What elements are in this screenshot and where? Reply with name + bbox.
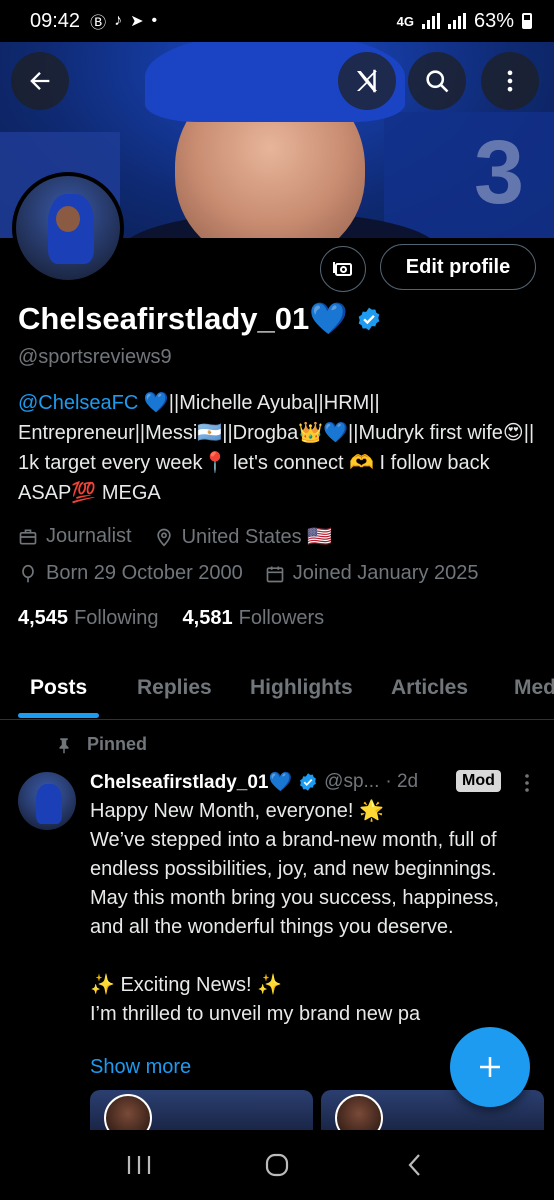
followers-label: Followers — [238, 607, 325, 629]
search-icon — [426, 70, 449, 93]
profile-tabs: Posts Replies Highlights Articles Med — [0, 666, 554, 720]
more-vertical-icon[interactable] — [520, 772, 534, 794]
verified-badge-icon — [300, 773, 317, 791]
location-pin-icon — [156, 528, 171, 547]
following-count: 4,545 — [18, 607, 69, 629]
post-author-name[interactable]: Chelseafirstlady_01💙 — [90, 770, 292, 794]
tab-highlights[interactable]: Highlights — [250, 676, 353, 700]
mod-badge: Mod — [456, 770, 501, 792]
more-options-button[interactable] — [481, 52, 539, 110]
followers-count: 4,581 — [182, 607, 233, 629]
post-avatar-figure — [36, 784, 62, 824]
chevron-left-icon — [408, 1154, 420, 1176]
back-button[interactable] — [11, 52, 69, 110]
more-vertical-icon — [507, 70, 513, 92]
tab-media[interactable]: Med — [514, 676, 554, 700]
media-image-2-portrait — [335, 1094, 383, 1130]
dot-icon: • — [151, 12, 158, 29]
post-author-handle: @sp... — [324, 771, 380, 792]
arrow-left-icon — [30, 72, 50, 90]
follow-stats: 4,545 Following 4,581 Followers — [18, 607, 324, 630]
grok-icon — [357, 69, 377, 93]
following-label: Following — [74, 607, 159, 629]
post-media-image-1[interactable] — [90, 1090, 313, 1130]
avatar-face — [56, 206, 80, 232]
verified-badge-icon[interactable] — [356, 306, 382, 332]
post-header: Chelseafirstlady_01💙 @sp... · 2d — [90, 770, 418, 794]
home-icon — [265, 1153, 289, 1177]
pin-icon — [59, 737, 69, 753]
status-time: 09:42 — [30, 9, 81, 32]
balloon-icon — [22, 564, 34, 582]
signal-icon — [421, 13, 440, 29]
post-author-avatar[interactable] — [18, 772, 76, 830]
banner-backdrop-right — [384, 112, 554, 238]
profile-birthday: Born 29 October 2000 — [46, 562, 243, 584]
tab-replies[interactable]: Replies — [137, 676, 212, 700]
profile-handle: @sportsreviews9 — [18, 346, 172, 368]
briefcase-icon — [19, 529, 37, 544]
status-notification-icons: Ⓑ ♪ ➤ • — [90, 9, 157, 33]
pinned-label: Pinned — [87, 734, 148, 754]
back-nav-button[interactable] — [385, 1140, 445, 1190]
battery-icon — [522, 13, 532, 29]
tiktok-icon: ♪ — [114, 12, 123, 29]
profile-location: United States 🇺🇸 — [181, 526, 333, 548]
home-button[interactable] — [247, 1140, 307, 1190]
pinned-indicator: Pinned — [55, 734, 147, 755]
telegram-icon: ➤ — [130, 13, 144, 30]
recent-apps-icon — [127, 1156, 151, 1174]
money-icon — [333, 262, 352, 276]
followers-link[interactable]: 4,581 Followers — [183, 607, 325, 630]
profile-name-row: Chelseafirstlady_01💙 — [18, 300, 382, 337]
profile-bio: @ChelseaFC 💙||Michelle Ayuba||HRM|| Entr… — [18, 388, 538, 508]
signal-icon-2 — [447, 13, 466, 29]
profile-meta-row-2: Born 29 October 2000 Joined January 2025 — [18, 562, 479, 585]
profile-joined: Joined January 2025 — [292, 562, 479, 584]
b-app-icon: Ⓑ — [90, 15, 107, 32]
tab-posts[interactable]: Posts — [30, 676, 87, 700]
plus-icon — [480, 1057, 500, 1077]
system-navigation-bar — [0, 1130, 554, 1200]
media-image-1-portrait — [104, 1094, 152, 1130]
compose-post-button[interactable] — [450, 1027, 530, 1107]
display-name: Chelseafirstlady_01💙 — [18, 301, 348, 336]
edit-profile-button[interactable]: Edit profile — [380, 244, 536, 290]
search-button[interactable] — [408, 52, 466, 110]
profile-avatar[interactable] — [12, 172, 124, 284]
post-body: Happy New Month, everyone! 🌟 We’ve stepp… — [90, 800, 500, 1025]
calendar-icon — [266, 566, 284, 582]
post-time: · 2d — [385, 771, 419, 792]
battery-percent: 63% — [473, 9, 514, 32]
show-more-link[interactable]: Show more — [90, 1056, 191, 1079]
profile-meta-row-1: Journalist United States 🇺🇸 — [18, 524, 332, 549]
active-tab-indicator — [18, 713, 99, 718]
tip-button[interactable] — [320, 246, 366, 292]
following-link[interactable]: 4,545 Following — [18, 607, 159, 630]
profile-category: Journalist — [46, 525, 132, 547]
status-bar: 09:42 Ⓑ ♪ ➤ • 4G 63% — [0, 0, 554, 42]
tab-articles[interactable]: Articles — [391, 676, 468, 700]
bio-mention-link[interactable]: @ChelseaFC — [18, 392, 138, 414]
grok-button[interactable] — [338, 52, 396, 110]
network-type: 4G — [396, 13, 414, 29]
recent-apps-button[interactable] — [109, 1140, 169, 1190]
banner-sponsor-mark: 3 — [473, 123, 524, 223]
